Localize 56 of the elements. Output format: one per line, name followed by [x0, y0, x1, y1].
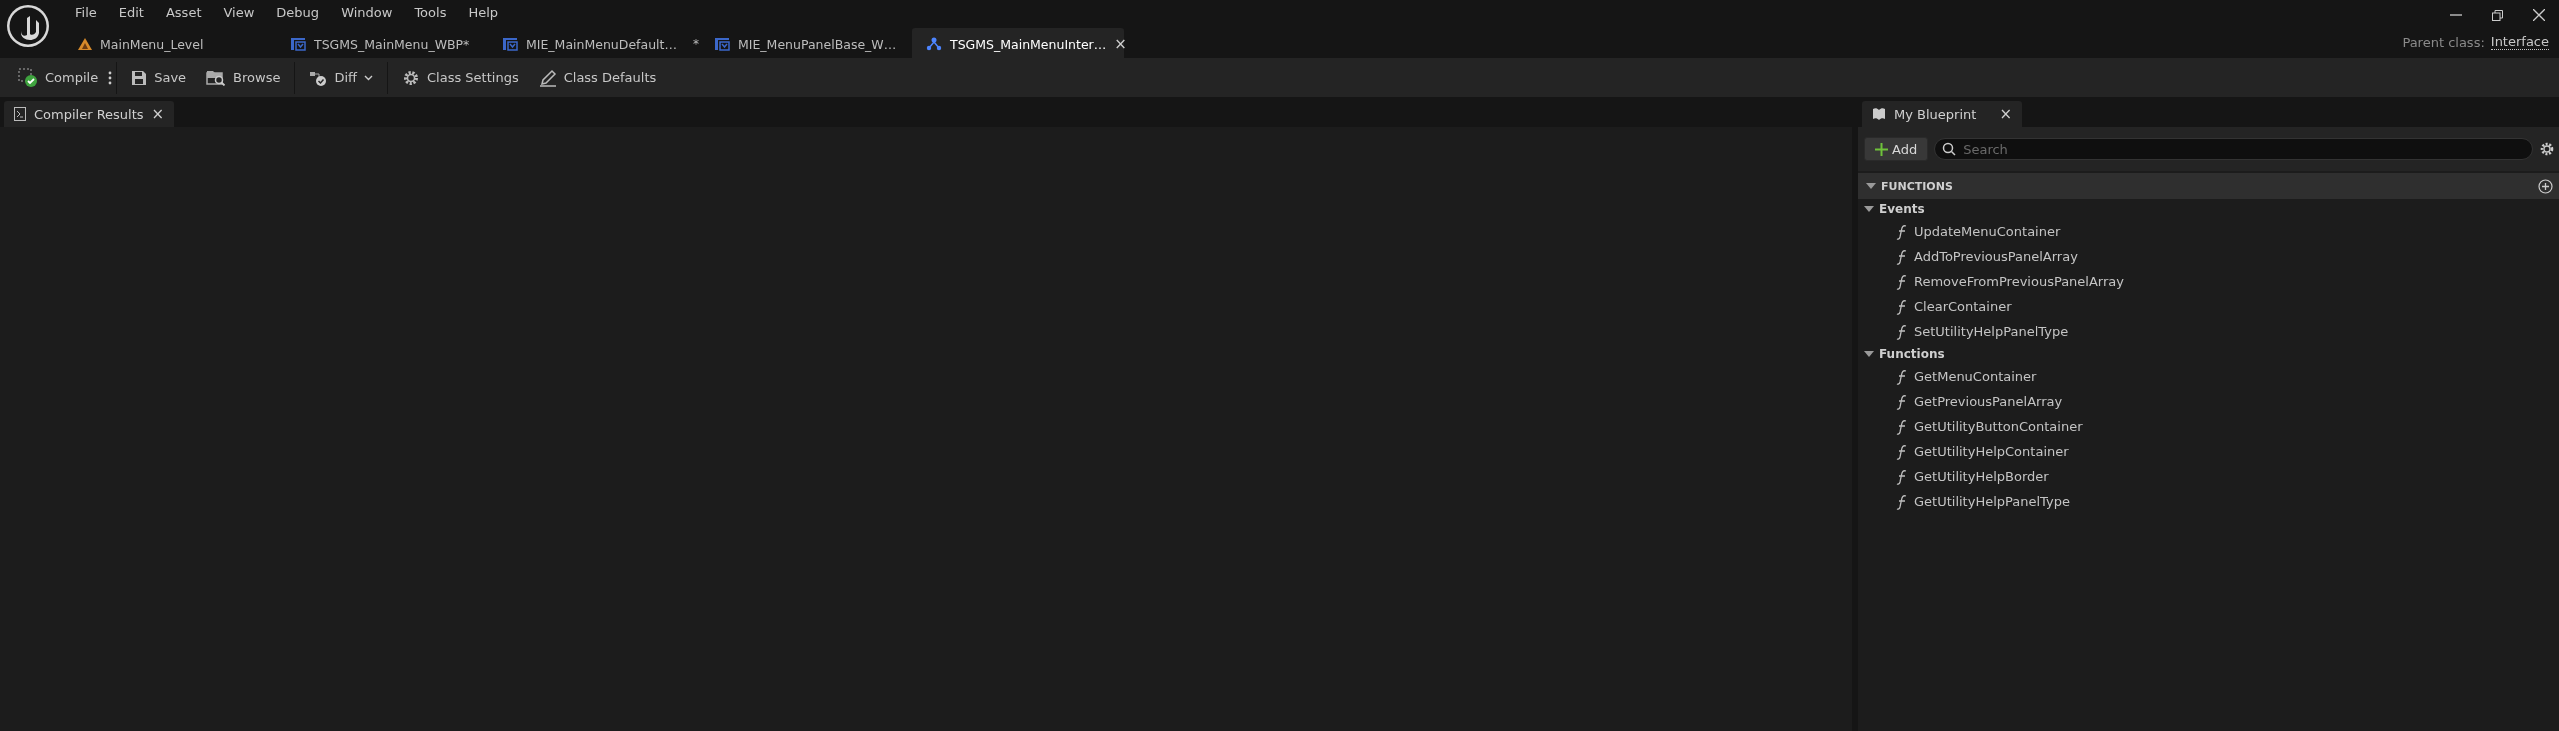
parent-class-label: Parent class:	[2402, 34, 2485, 50]
panel-tab-label: Compiler Results	[34, 106, 144, 122]
close-icon[interactable]: ×	[1114, 35, 1127, 53]
function-name: RemoveFromPreviousPanelArray	[1914, 274, 2124, 289]
close-icon[interactable]: ×	[1999, 105, 2012, 123]
close-icon[interactable]: ×	[151, 105, 165, 123]
panel-tab[interactable]: Compiler Results ×	[4, 101, 175, 127]
function-item[interactable]: GetUtilityButtonContainer	[1858, 414, 2559, 439]
menu-item[interactable]: Window	[330, 4, 404, 20]
function-item[interactable]: GetUtilityHelpPanelType	[1858, 489, 2559, 514]
function-item[interactable]: RemoveFromPreviousPanelArray	[1858, 269, 2559, 294]
panel-tab[interactable]: My Blueprint ×	[1862, 101, 2022, 127]
search-field[interactable]: Search	[1934, 138, 2533, 160]
section-title: FUNCTIONS	[1881, 179, 1953, 193]
document-tab[interactable]: TSGMS_MainMenu_WBP*	[276, 28, 488, 58]
function-name: ClearContainer	[1914, 299, 2012, 314]
function-name: GetUtilityHelpPanelType	[1914, 494, 2070, 509]
document-tab[interactable]: MIE_MainMenuDefault… *	[488, 28, 700, 58]
function-name: UpdateMenuContainer	[1914, 224, 2061, 239]
function-name: GetUtilityButtonContainer	[1914, 419, 2083, 434]
menu-item[interactable]: View	[212, 4, 266, 20]
function-item[interactable]: GetMenuContainer	[1858, 364, 2559, 389]
function-item[interactable]: UpdateMenuContainer	[1858, 219, 2559, 244]
toolbar-button[interactable]: Diff	[299, 62, 384, 93]
toolbar-button[interactable]: Class Settings	[392, 62, 529, 93]
function-item[interactable]: GetPreviousPanelArray	[1858, 389, 2559, 414]
function-name: GetPreviousPanelArray	[1914, 394, 2063, 409]
function-name: GetUtilityHelpBorder	[1914, 469, 2049, 484]
document-tab[interactable]: MIE_MenuPanelBase_W…	[700, 28, 912, 58]
parent-class-link[interactable]: Interface	[2490, 34, 2549, 50]
category-label[interactable]: Events	[1879, 202, 1925, 216]
function-name: GetUtilityHelpContainer	[1914, 444, 2069, 459]
unsaved-marker: *	[692, 37, 699, 51]
function-item[interactable]: ClearContainer	[1858, 294, 2559, 319]
menu-item[interactable]: Edit	[107, 4, 155, 20]
panel-tab-label: My Blueprint	[1894, 106, 1977, 122]
document-tab[interactable]: MainMenu_Level	[64, 28, 276, 58]
add-button[interactable]: Add	[1864, 137, 1929, 161]
menu-item[interactable]: Tools	[403, 4, 458, 20]
menu-item[interactable]: File	[64, 4, 108, 20]
toolbar-button[interactable]: Save	[121, 62, 197, 93]
function-item[interactable]: GetUtilityHelpBorder	[1858, 464, 2559, 489]
function-name: AddToPreviousPanelArray	[1914, 249, 2078, 264]
toolbar-button[interactable]: Compile	[8, 62, 109, 93]
function-name: GetMenuContainer	[1914, 369, 2037, 384]
menu-item[interactable]: Help	[457, 4, 510, 20]
document-tab[interactable]: TSGMS_MainMenuInter… ×	[912, 28, 1124, 58]
function-item[interactable]: GetUtilityHelpContainer	[1858, 439, 2559, 464]
menu-item[interactable]: Asset	[154, 4, 213, 20]
toolbar-button[interactable]: Class Defaults	[528, 62, 667, 93]
menu-item[interactable]: Debug	[265, 4, 331, 20]
function-item[interactable]: SetUtilityHelpPanelType	[1858, 319, 2559, 344]
toolbar-button[interactable]: Browse	[196, 62, 291, 93]
function-item[interactable]: AddToPreviousPanelArray	[1858, 244, 2559, 269]
function-name: SetUtilityHelpPanelType	[1914, 324, 2069, 339]
category-label[interactable]: Functions	[1879, 347, 1945, 361]
